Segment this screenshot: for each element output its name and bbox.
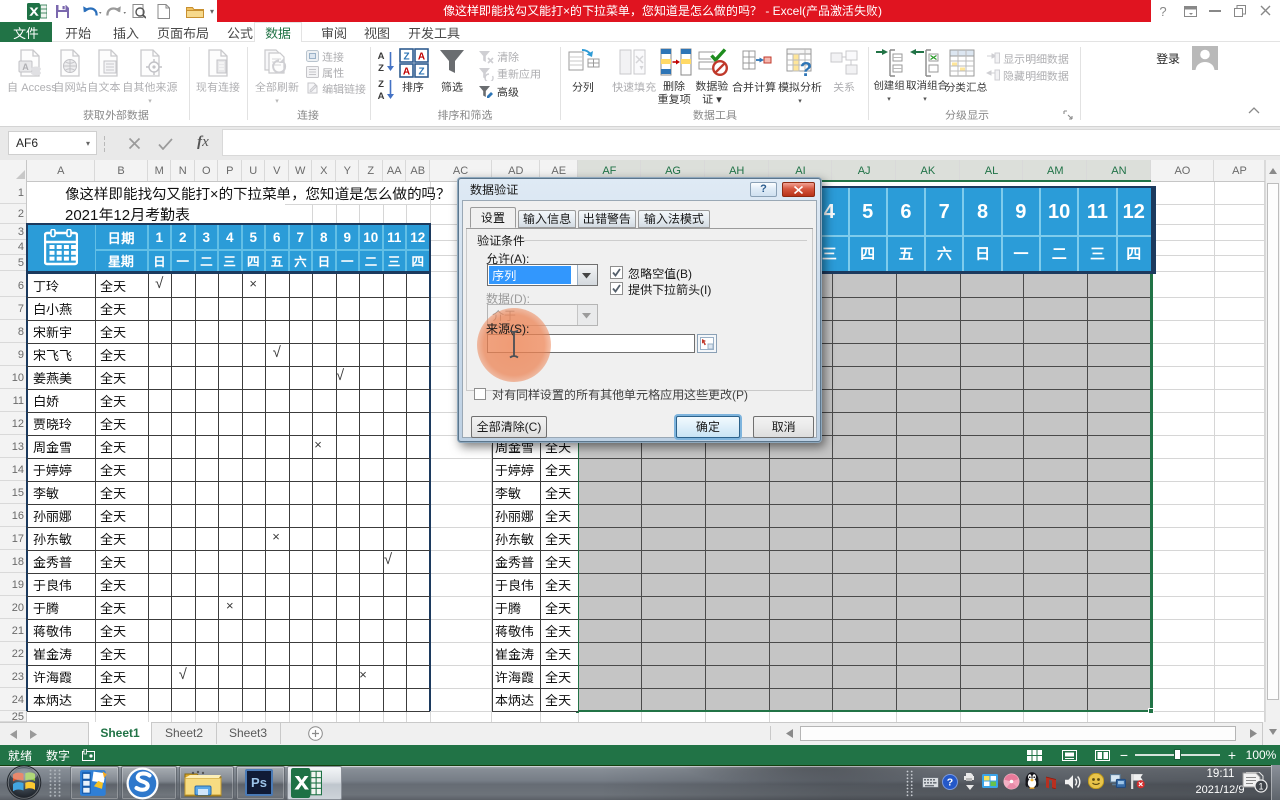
svg-text:A: A (403, 67, 410, 78)
svg-text:Z: Z (418, 67, 424, 78)
svg-text:A: A (418, 52, 425, 63)
svg-text:?: ? (800, 59, 812, 78)
svg-text:1: 1 (1258, 782, 1263, 792)
svg-text:Z: Z (378, 79, 384, 90)
svg-text:A: A (22, 62, 29, 72)
svg-text:Z: Z (403, 52, 409, 63)
svg-text:Z: Z (378, 63, 384, 74)
svg-text:A: A (378, 51, 385, 62)
svg-text:A: A (378, 91, 385, 102)
svg-text:?: ? (947, 777, 953, 789)
